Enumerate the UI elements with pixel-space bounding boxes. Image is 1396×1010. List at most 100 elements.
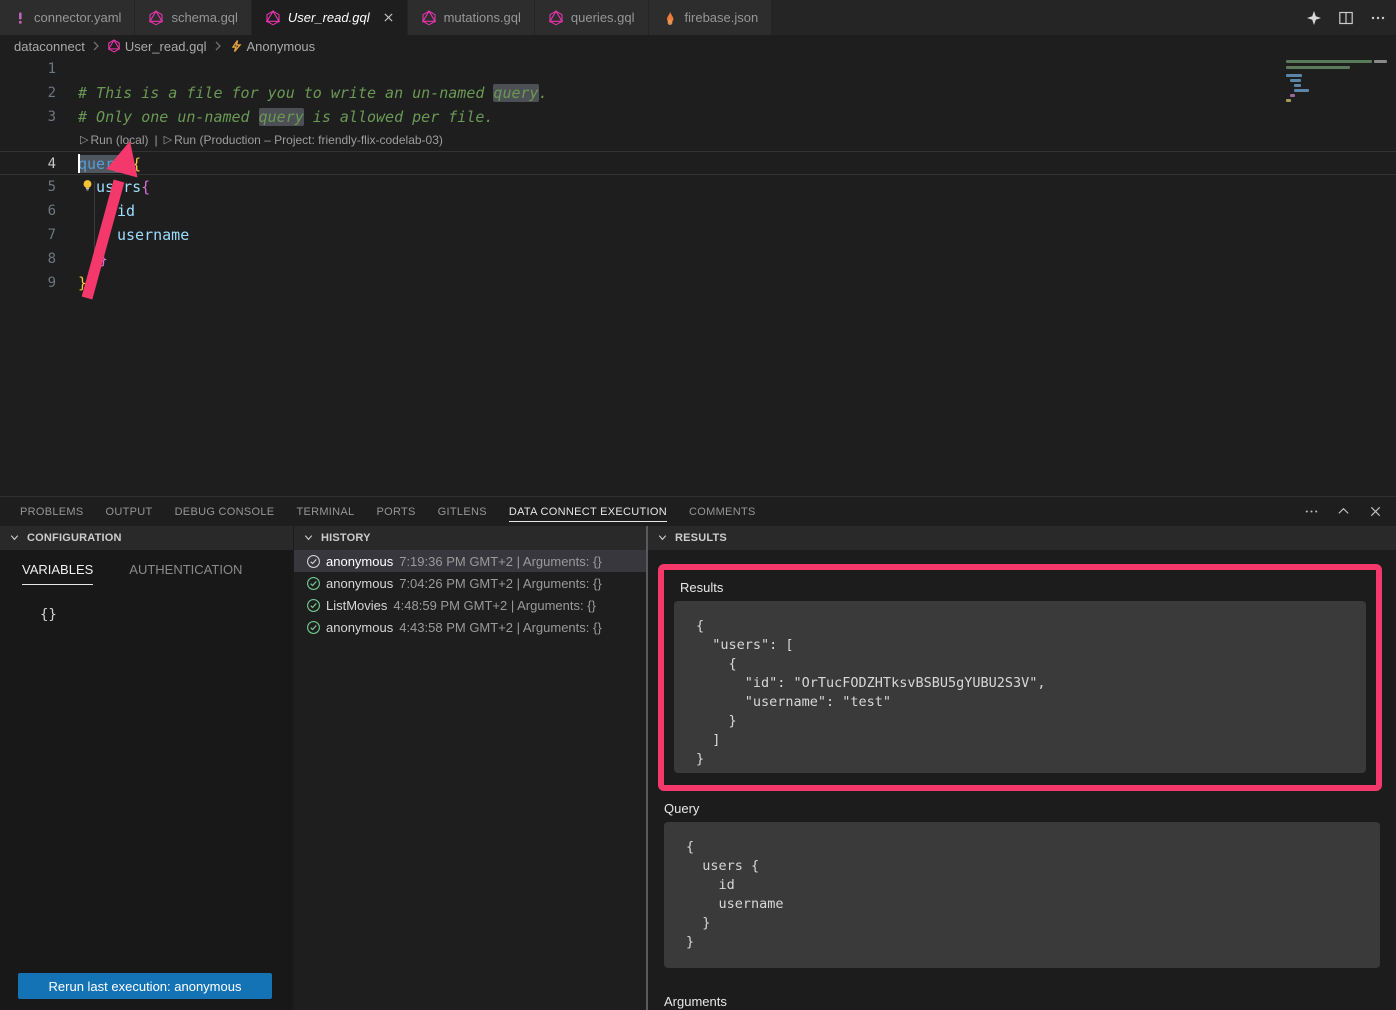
line-content: users{ <box>56 175 150 199</box>
panel-tab-problems[interactable]: PROBLEMS <box>20 502 84 522</box>
more-actions-icon[interactable] <box>1370 10 1386 26</box>
close-panel-icon[interactable] <box>1368 504 1384 520</box>
editor-line-current[interactable]: 4query{ <box>0 151 1396 175</box>
comment-text: # This is a file for you to write an un-… <box>78 84 493 102</box>
lightbulb-icon[interactable] <box>80 178 95 197</box>
breadcrumb-file[interactable]: User_read.gql <box>107 39 207 54</box>
results-json-box: { "users": [ { "id": "OrTucFODZHTksvBSBU… <box>674 601 1366 773</box>
history-item[interactable]: anonymous 7:19:36 PM GMT+2 | Arguments: … <box>294 550 646 572</box>
history-item[interactable]: anonymous 7:04:26 PM GMT+2 | Arguments: … <box>294 572 646 594</box>
editor-line[interactable]: 3# Only one un-named query is allowed pe… <box>0 105 1396 129</box>
breadcrumb-folder[interactable]: dataconnect <box>14 39 85 54</box>
query-code: { users { id username } } <box>664 822 1380 968</box>
line-number: 1 <box>0 57 56 81</box>
history-pane: HISTORY anonymous 7:19:36 PM GMT+2 | Arg… <box>293 526 646 1010</box>
field-name: users <box>96 178 141 196</box>
graphql-icon <box>107 39 121 53</box>
bottom-panel: PROBLEMS OUTPUT DEBUG CONSOLE TERMINAL P… <box>0 496 1396 1010</box>
maximize-panel-icon[interactable] <box>1336 504 1352 520</box>
open-brace: { <box>141 178 150 196</box>
panel-tab-debug-console[interactable]: DEBUG CONSOLE <box>175 502 275 522</box>
code-editor[interactable]: 1 2# This is a file for you to write an … <box>0 57 1396 496</box>
run-local-label: Run (local) <box>90 129 148 151</box>
highlighted-word: query <box>259 108 304 126</box>
minimap[interactable] <box>1282 57 1396 495</box>
line-content: # This is a file for you to write an un-… <box>56 81 548 105</box>
editor-line[interactable]: 7 username <box>0 223 1396 247</box>
panel-tab-ports[interactable]: PORTS <box>376 502 415 522</box>
exclamation-icon <box>13 11 27 25</box>
play-icon: ▷ <box>80 129 88 151</box>
variables-editor[interactable]: {} <box>40 607 293 623</box>
configuration-header[interactable]: CONFIGURATION <box>0 526 293 550</box>
tab-label: User_read.gql <box>288 10 370 25</box>
editor-line[interactable]: 1 <box>0 57 1396 81</box>
editor-line[interactable]: 6id <box>0 199 1396 223</box>
run-local-link[interactable]: ▷Run (local) <box>80 129 149 151</box>
play-icon: ▷ <box>164 129 172 151</box>
run-production-link[interactable]: ▷Run (Production – Project: friendly-fli… <box>164 129 443 151</box>
tab-queries-gql[interactable]: queries.gql <box>535 0 649 35</box>
tab-firebase-json[interactable]: firebase.json <box>649 0 773 35</box>
history-item[interactable]: ListMovies 4:48:59 PM GMT+2 | Arguments:… <box>294 594 646 616</box>
more-actions-icon[interactable] <box>1304 504 1320 520</box>
split-editor-icon[interactable] <box>1338 10 1354 26</box>
run-production-label: Run (Production – Project: friendly-flix… <box>174 129 443 151</box>
tab-variables[interactable]: VARIABLES <box>22 562 93 585</box>
panel-tab-terminal[interactable]: TERMINAL <box>296 502 354 522</box>
breadcrumb-symbol-label: Anonymous <box>247 39 316 54</box>
panel-tab-output[interactable]: OUTPUT <box>106 502 153 522</box>
comment-text: is allowed per file. <box>304 108 494 126</box>
annotation-highlight-box: Results { "users": [ { "id": "OrTucFODZH… <box>658 564 1382 791</box>
line-number: 7 <box>0 223 56 247</box>
rerun-last-execution-button[interactable]: Rerun last execution: anonymous <box>18 973 272 999</box>
flame-icon <box>662 10 678 26</box>
tab-authentication[interactable]: AUTHENTICATION <box>129 562 242 585</box>
copilot-sparkle-icon[interactable] <box>1306 10 1322 26</box>
breadcrumb-symbol[interactable]: Anonymous <box>229 39 316 54</box>
results-header[interactable]: RESULTS <box>648 526 1396 550</box>
close-icon[interactable] <box>383 12 394 23</box>
field-name: id <box>117 202 135 220</box>
operation-symbol-icon <box>229 39 243 53</box>
close-brace: } <box>78 274 87 292</box>
results-label: Results <box>674 574 1366 601</box>
panel-tab-comments[interactable]: COMMENTS <box>689 502 756 522</box>
editor-actions <box>1306 0 1386 35</box>
history-item[interactable]: anonymous 4:43:58 PM GMT+2 | Arguments: … <box>294 616 646 638</box>
panel-tab-data-connect-execution[interactable]: DATA CONNECT EXECUTION <box>509 502 667 522</box>
line-content: query{ <box>56 152 141 174</box>
codelens-row: ▷Run (local) | ▷Run (Production – Projec… <box>0 129 1396 151</box>
minimap-line <box>1286 66 1350 69</box>
execution-meta: 4:48:59 PM GMT+2 | Arguments: {} <box>393 598 595 613</box>
configuration-header-label: CONFIGURATION <box>27 532 122 544</box>
editor-line[interactable]: 9} <box>0 271 1396 295</box>
line-number: 5 <box>0 175 56 199</box>
breadcrumb-file-label: User_read.gql <box>125 39 207 54</box>
line-number: 4 <box>0 152 56 174</box>
minimap-line <box>1286 99 1291 102</box>
execution-name: ListMovies <box>326 598 387 613</box>
graphql-icon <box>421 10 437 26</box>
line-content: id <box>56 199 135 223</box>
tab-connector-yaml[interactable]: connector.yaml <box>0 0 135 35</box>
tab-user-read-gql[interactable]: User_read.gql <box>252 0 408 35</box>
panel-tab-gitlens[interactable]: GITLENS <box>438 502 487 522</box>
editor-line[interactable]: 5users{ <box>0 175 1396 199</box>
query-keyword: query <box>78 155 123 173</box>
comment-text: # Only one un-named <box>78 108 259 126</box>
chevron-down-icon <box>656 531 670 545</box>
minimap-line <box>1290 79 1301 82</box>
tab-mutations-gql[interactable]: mutations.gql <box>408 0 535 35</box>
minimap-line <box>1290 94 1295 97</box>
execution-name: anonymous <box>326 576 393 591</box>
execution-meta: 7:04:26 PM GMT+2 | Arguments: {} <box>399 576 601 591</box>
editor-line[interactable]: 2# This is a file for you to write an un… <box>0 81 1396 105</box>
field-name: username <box>117 226 189 244</box>
history-header[interactable]: HISTORY <box>294 526 646 550</box>
editor-line[interactable]: 8} <box>0 247 1396 271</box>
results-header-label: RESULTS <box>675 532 727 544</box>
tab-schema-gql[interactable]: schema.gql <box>135 0 251 35</box>
check-circle-icon <box>306 576 320 590</box>
line-number: 8 <box>0 247 56 271</box>
